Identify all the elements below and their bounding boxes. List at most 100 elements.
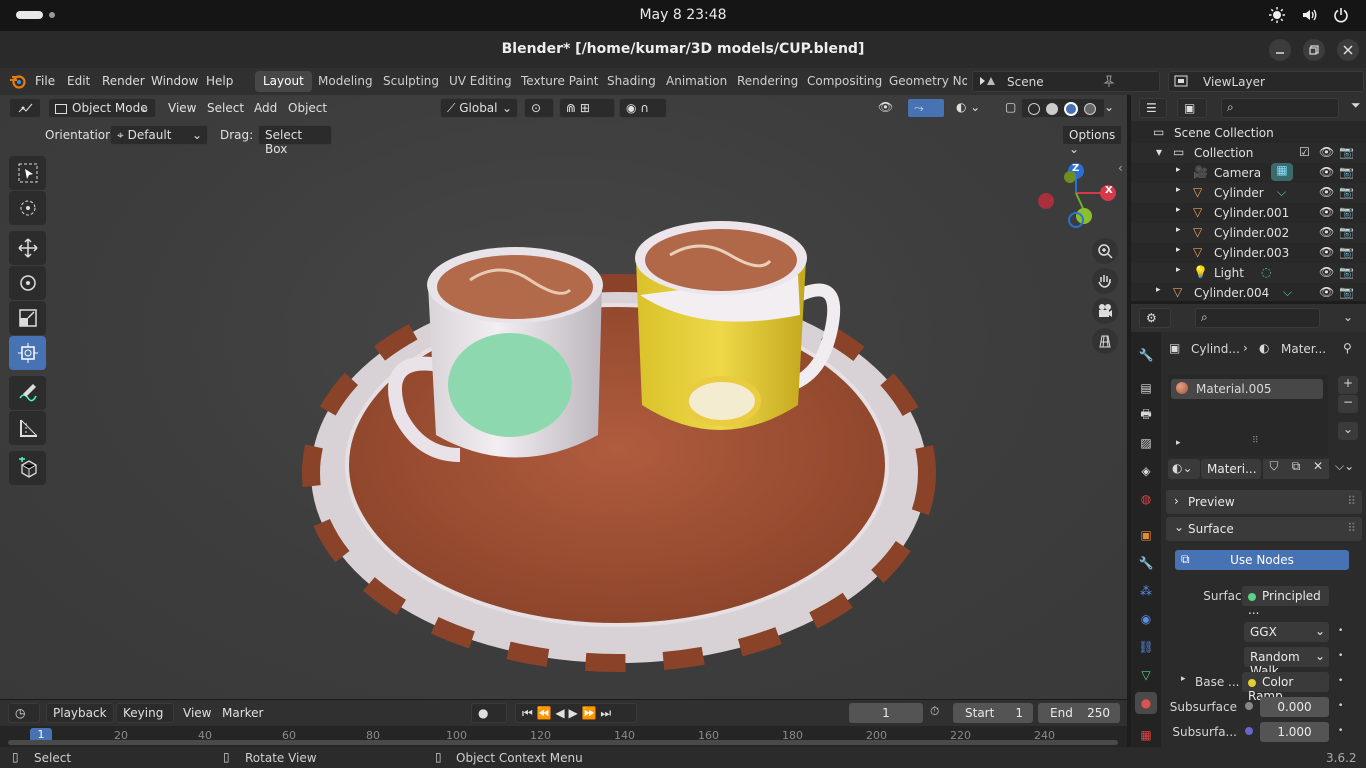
remove-material-slot-button[interactable]: − [1338,395,1358,413]
minimize-button[interactable] [1269,39,1291,61]
chevron-right-icon[interactable]: ▸ [1176,225,1181,235]
playback-menu[interactable]: Playback [46,703,114,723]
mesh-data-icon[interactable]: ⌵ [1283,285,1292,300]
end-frame-field[interactable]: End 250 [1038,703,1120,723]
chevron-down-icon[interactable]: ⌄ [1343,310,1353,324]
constraints-tab-icon[interactable]: ⛓ [1135,636,1157,658]
outliner-row-camera[interactable]: ▸ 🎥 Camera ▦ 👁 📷 [1131,163,1366,183]
tab-rendering[interactable]: Rendering [729,71,806,92]
gizmo-neg-x-axis[interactable] [1038,193,1054,209]
drag-handle-icon[interactable]: ⠿ [1347,521,1356,535]
drag-handle-icon[interactable]: ⠿ [1347,494,1356,508]
chevron-right-icon[interactable]: ▸ [1176,245,1181,255]
subsurface-method-dropdown[interactable]: Random Walk ⌄ [1244,647,1329,678]
texture-tab-icon[interactable]: ▦ [1135,724,1157,746]
pin-icon[interactable] [1103,74,1115,91]
material-slot-list[interactable]: Material.005 ▸ ⠿ [1168,374,1328,456]
play-reverse-icon[interactable]: ◀ [555,706,564,720]
material-specials-button[interactable]: ⌄ [1338,422,1358,440]
timeline-editor[interactable]: ◷ Playback Keying View Marker ● ⏮ ⏪ ◀ ▶ … [0,699,1127,748]
playback-controls[interactable]: ⏮ ⏪ ◀ ▶ ⏩ ⏭ [515,703,637,723]
timeline-ruler[interactable]: 1 20 40 60 80 100 120 140 160 180 200 22… [0,726,1127,748]
auto-keying-button[interactable]: ● [471,703,507,723]
outliner-row-scene-collection[interactable]: ▭ Scene Collection [1131,123,1366,143]
jump-keyframe-forward-icon[interactable]: ⏩ [582,706,597,720]
jump-start-icon[interactable]: ⏮ [522,706,533,720]
material-tab-icon[interactable]: ● [1135,692,1157,714]
tool-tab-icon[interactable]: 🔧 [1135,344,1157,366]
view-layer-tab-icon[interactable]: ▨ [1135,432,1157,454]
tab-sculpting[interactable]: Sculpting [375,71,447,92]
surface-shader-field[interactable]: Principled ... [1242,586,1329,617]
render-tab-icon[interactable]: ▤ [1135,377,1157,399]
eye-icon[interactable]: 👁 [1319,285,1334,299]
timeline-menu-view[interactable]: View [183,706,211,720]
browse-material-button[interactable]: ◐⌄ [1168,459,1200,479]
chevron-right-icon[interactable]: ▸ [1176,165,1181,175]
filter-icon[interactable]: ⏷ [1351,98,1361,113]
world-tab-icon[interactable]: ◍ [1135,488,1157,510]
outliner-row-cylinder-003[interactable]: ▸ ▽ Cylinder.003 👁 📷 [1131,243,1366,263]
unlink-icon[interactable]: ✕ [1307,459,1329,479]
subsurface-radius-field[interactable]: 1.000 [1260,722,1329,742]
gizmo-y-axis[interactable] [1076,208,1092,224]
menu-window[interactable]: Window [151,74,198,88]
zoom-button[interactable] [1092,238,1118,264]
checkbox-icon[interactable]: ☑ [1299,145,1310,159]
outliner-row-cylinder-004[interactable]: ▸ ▽ Cylinder.004 ⌵ 👁 📷 [1131,283,1366,303]
chevron-right-icon[interactable]: ▸ [1156,285,1161,295]
modifier-tab-icon[interactable]: 🔧 [1135,552,1157,574]
resize-handle-icon[interactable]: ⠿ [1252,436,1259,446]
use-nodes-button[interactable]: ⧉ Use Nodes [1175,550,1349,570]
sidebar-toggle-icon[interactable]: ‹ [1118,161,1123,175]
eye-icon[interactable]: 👁 [1319,145,1334,159]
preview-panel-header[interactable]: › Preview ⠿ [1166,490,1362,514]
display-mode-button[interactable]: ▣ [1177,98,1207,118]
view-layer-selector[interactable]: ViewLayer [1168,71,1364,92]
link-type-icon[interactable]: ⌵⌄ [1335,459,1354,474]
pin-icon[interactable]: ⚲ [1343,341,1352,355]
light-data-icon[interactable]: ◌ [1261,265,1271,279]
properties-editor[interactable]: ⚙ ⌕ ⌄ 🔧 ▤ 🖶 ▨ ◈ ◍ ▣ 🔧 ⁂ ◉ ⛓ ▽ ● ▦ ▣ Cyli… [1131,304,1366,747]
eye-icon[interactable]: 👁 [1319,165,1334,179]
camera-render-icon[interactable]: 📷 [1339,245,1354,259]
chevron-right-icon[interactable]: ▸ [1176,205,1181,215]
outliner-search-input[interactable]: ⌕ [1221,98,1339,118]
add-material-slot-button[interactable]: + [1338,376,1358,394]
jump-keyframe-back-icon[interactable]: ⏪ [537,706,552,720]
camera-data-icon[interactable]: ▦ [1271,163,1293,181]
camera-render-icon[interactable]: 📷 [1339,145,1354,159]
perspective-toggle-button[interactable] [1092,328,1118,354]
output-tab-icon[interactable]: 🖶 [1135,404,1157,426]
system-tray[interactable] [1268,6,1350,24]
keying-menu[interactable]: Keying [116,703,174,723]
activities-indicator[interactable] [16,11,55,19]
object-tab-icon[interactable]: ▣ [1135,524,1157,546]
outliner-row-cylinder-002[interactable]: ▸ ▽ Cylinder.002 👁 📷 [1131,223,1366,243]
material-slot-row[interactable]: Material.005 [1171,379,1323,399]
eye-icon[interactable]: 👁 [1319,265,1334,279]
camera-render-icon[interactable]: 📷 [1339,225,1354,239]
tab-uv-editing[interactable]: UV Editing [441,71,520,92]
camera-render-icon[interactable]: 📷 [1339,205,1354,219]
physics-tab-icon[interactable]: ◉ [1135,608,1157,630]
outliner-row-cylinder-001[interactable]: ▸ ▽ Cylinder.001 👁 📷 [1131,203,1366,223]
tab-geometry-nodes[interactable]: Geometry Noc [881,71,967,92]
camera-render-icon[interactable]: 📷 [1339,285,1354,299]
outliner-row-cylinder[interactable]: ▸ ▽ Cylinder ⌵ 👁 📷 [1131,183,1366,203]
timeline-editor-type-button[interactable]: ◷ [8,703,40,723]
menu-render[interactable]: Render [102,74,145,88]
menu-file[interactable]: File [35,74,55,88]
pan-button[interactable] [1092,268,1118,294]
scene-selector[interactable]: Scene [972,71,1160,92]
eye-icon[interactable]: 👁 [1319,185,1334,199]
surface-panel-header[interactable]: ⌄ Surface ⠿ [1166,517,1362,541]
mesh-data-icon[interactable]: ⌵ [1277,185,1286,200]
tab-shading[interactable]: Shading [599,71,664,92]
camera-render-icon[interactable]: 📷 [1339,265,1354,279]
current-frame-field[interactable]: 1 [849,703,923,723]
tab-texture-paint[interactable]: Texture Paint [513,71,606,92]
material-name-field[interactable]: Materi... [1201,459,1261,479]
chevron-right-icon[interactable]: ▸ [1181,674,1186,684]
camera-render-icon[interactable]: 📷 [1339,185,1354,199]
